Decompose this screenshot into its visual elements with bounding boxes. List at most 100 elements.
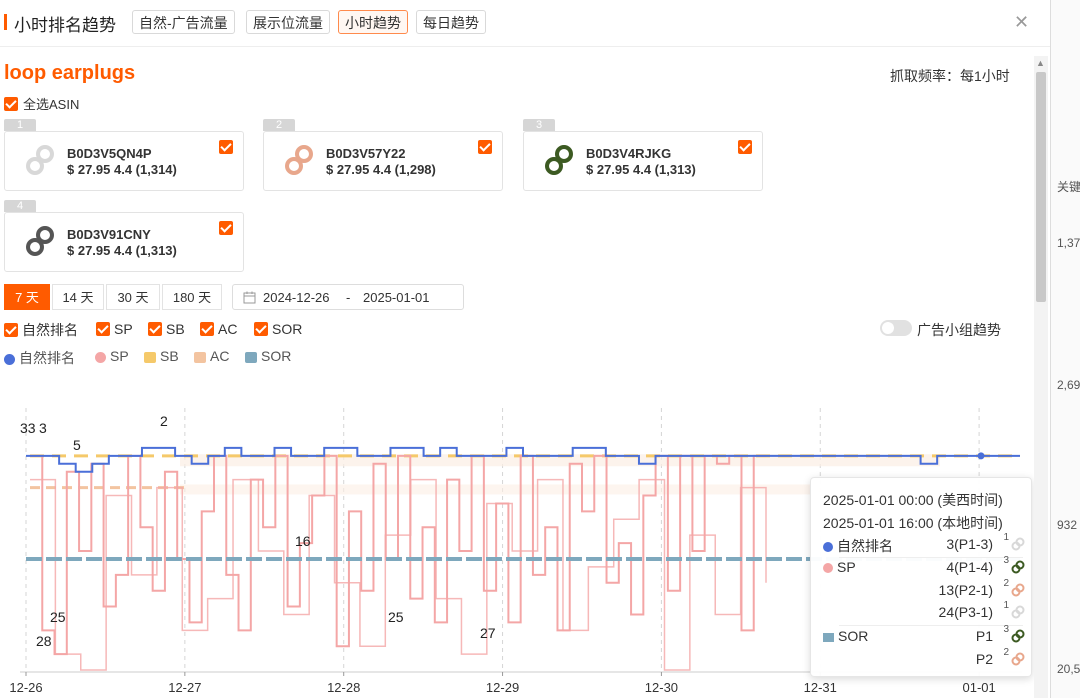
bg-text: 2,69	[1057, 378, 1080, 392]
product-asin: B0D3V5QN4P	[67, 146, 152, 161]
chart-tooltip: 2025-01-01 00:00 (美西时间) 2025-01-01 16:00…	[810, 477, 1032, 677]
tooltip-product-num: 1	[1003, 600, 1009, 611]
x-tick-label: 01-01	[962, 680, 995, 695]
filter-ac[interactable]: AC	[200, 320, 237, 337]
product-checkbox[interactable]	[219, 140, 233, 154]
legend-sor[interactable]: SOR	[245, 348, 291, 364]
chart-annotation: 3	[39, 420, 47, 436]
x-tick-label: 12-30	[645, 680, 678, 695]
legend-square-icon	[144, 351, 156, 363]
scrollbar-thumb[interactable]	[1036, 72, 1046, 302]
tab-organic-ad-traffic[interactable]: 自然-广告流量	[132, 10, 235, 34]
close-icon[interactable]: ✕	[1014, 12, 1029, 33]
legend-dot-icon	[95, 351, 106, 363]
chart-annotation: 25	[50, 609, 66, 625]
legend-dot-icon	[823, 542, 833, 553]
legend-sb[interactable]: SB	[144, 348, 179, 364]
range-14-days[interactable]: 14 天	[52, 284, 104, 310]
product-asin: B0D3V57Y22	[326, 146, 406, 161]
product-checkbox[interactable]	[219, 221, 233, 235]
tooltip-divider	[839, 557, 1023, 558]
card-number: 4	[4, 200, 36, 212]
legend-dot-icon	[4, 353, 15, 365]
product-card[interactable]: B0D3V57Y22 $ 27.95 4.4 (1,298)	[263, 131, 503, 191]
earplug-thumb-icon	[1011, 605, 1025, 619]
earplug-thumb-icon	[1011, 652, 1025, 666]
date-range-picker[interactable]: 2024-12-26 - 2025-01-01	[232, 284, 464, 310]
product-checkbox[interactable]	[478, 140, 492, 154]
tooltip-time-us: 2025-01-01 00:00 (美西时间)	[823, 492, 1003, 508]
earplug-image-icon	[545, 145, 573, 175]
filter-sb[interactable]: SB	[148, 320, 185, 337]
legend-square-icon	[245, 351, 257, 363]
checkbox-icon[interactable]	[4, 323, 18, 337]
tooltip-series-organic: 自然排名	[823, 536, 893, 556]
filter-sp[interactable]: SP	[96, 320, 133, 337]
calendar-icon	[243, 291, 256, 304]
select-all-asin[interactable]: 全选ASIN	[4, 94, 79, 113]
tab-daily-trend[interactable]: 每日趋势	[416, 10, 486, 34]
date-start: 2024-12-26	[263, 290, 330, 305]
checkbox-icon[interactable]	[200, 322, 214, 337]
checkbox-icon[interactable]	[148, 322, 162, 337]
product-asin: B0D3V91CNY	[67, 227, 151, 242]
tooltip-series-sp: SP	[823, 559, 856, 575]
tooltip-value: 13(P2-1)	[938, 582, 993, 598]
earplug-thumb-icon	[1011, 629, 1025, 643]
tooltip-point-marker	[977, 452, 985, 460]
product-card[interactable]: B0D3V91CNY $ 27.95 4.4 (1,313)	[4, 212, 244, 272]
tooltip-value: 4(P1-4)	[946, 559, 993, 575]
tooltip-time-local: 2025-01-01 16:00 (本地时间)	[823, 515, 1003, 531]
checkbox-icon[interactable]	[96, 322, 110, 337]
dialog-title: 小时排名趋势	[14, 16, 116, 35]
tab-placement-traffic[interactable]: 展示位流量	[246, 10, 330, 34]
card-number: 2	[263, 119, 295, 131]
filter-organic-rank[interactable]: 自然排名	[4, 320, 78, 340]
x-tick-label: 12-29	[486, 680, 519, 695]
tooltip-series-sor: SOR	[823, 628, 868, 644]
scroll-up-arrow-icon[interactable]: ▲	[1036, 58, 1045, 68]
legend-square-icon	[194, 351, 206, 363]
tooltip-value: 24(P3-1)	[938, 604, 993, 620]
chart-annotation: 16	[295, 533, 311, 549]
earplug-thumb-icon	[1011, 537, 1025, 551]
earplug-image-icon	[26, 226, 54, 256]
ad-group-trend-label: 广告小组趋势	[917, 322, 1001, 338]
checkbox-icon[interactable]	[4, 96, 18, 111]
range-7-days[interactable]: 7 天	[4, 284, 50, 310]
keyword-title: loop earplugs	[4, 62, 136, 84]
legend-organic-rank[interactable]: 自然排名	[4, 348, 75, 368]
chart-annotation: 25	[388, 609, 404, 625]
legend-ac[interactable]: AC	[194, 348, 229, 364]
product-price-rating: $ 27.95 4.4 (1,314)	[67, 162, 177, 177]
vertical-scrollbar[interactable]: ▲	[1034, 56, 1048, 698]
checkbox-icon[interactable]	[254, 322, 268, 337]
bg-text: 932	[1057, 518, 1078, 532]
product-checkbox[interactable]	[738, 140, 752, 154]
x-tick-label: 12-31	[804, 680, 837, 695]
tab-hourly-trend[interactable]: 小时趋势	[338, 10, 408, 34]
chart-annotation: 2	[160, 413, 168, 429]
tooltip-product-num: 2	[1003, 647, 1009, 658]
date-end: 2025-01-01	[363, 290, 430, 305]
filter-sor[interactable]: SOR	[254, 320, 302, 337]
earplug-thumb-icon	[1011, 560, 1025, 574]
x-tick-label: 12-26	[9, 680, 42, 695]
product-card[interactable]: B0D3V4RJKG $ 27.95 4.4 (1,313)	[523, 131, 763, 191]
date-separator: -	[346, 290, 351, 305]
bg-text: 20,5	[1057, 662, 1080, 676]
legend-sp[interactable]: SP	[95, 348, 129, 364]
product-price-rating: $ 27.95 4.4 (1,313)	[67, 243, 177, 258]
crawl-frequency: 抓取频率：每1小时	[890, 68, 1010, 84]
tooltip-product-num: 3	[1003, 624, 1009, 635]
card-number: 3	[523, 119, 555, 131]
ad-group-trend-toggle[interactable]	[880, 320, 912, 336]
range-180-days[interactable]: 180 天	[162, 284, 222, 310]
legend-square-icon	[823, 632, 834, 642]
range-30-days[interactable]: 30 天	[106, 284, 160, 310]
tooltip-product-num: 3	[1003, 555, 1009, 566]
bg-text: 1,37	[1057, 236, 1080, 250]
product-card[interactable]: B0D3V5QN4P $ 27.95 4.4 (1,314)	[4, 131, 244, 191]
earplug-thumb-icon	[1011, 583, 1025, 597]
tooltip-divider	[839, 625, 1023, 626]
